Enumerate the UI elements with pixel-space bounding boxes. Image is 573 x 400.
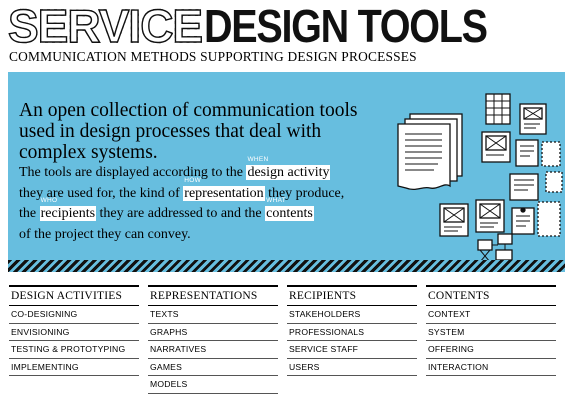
- hero-banner: An open collection of communication tool…: [8, 72, 565, 272]
- contents-link[interactable]: WHAT contents: [265, 197, 314, 221]
- table-grid-icon: [485, 93, 511, 125]
- hero-text: they are addressed to and the: [96, 206, 266, 221]
- filter-implementing[interactable]: IMPLEMENTING: [9, 359, 139, 376]
- hero-lead-text: An open collection of communication tool…: [19, 100, 358, 163]
- filter-texts[interactable]: TEXTS: [148, 306, 278, 324]
- hero-stripe-divider: [8, 260, 565, 272]
- card-text-icon: [509, 173, 539, 201]
- filter-stakeholders[interactable]: STAKEHOLDERS: [287, 306, 417, 324]
- document-stack-icon: [397, 113, 463, 191]
- filter-offering[interactable]: OFFERING: [426, 341, 556, 359]
- recipients-link[interactable]: WHO recipients: [39, 197, 97, 221]
- blueprint-icon: [541, 141, 563, 193]
- recipients-link-label: recipients: [40, 206, 96, 221]
- filter-professionals[interactable]: PROFESSIONALS: [287, 324, 417, 341]
- column-heading-representations[interactable]: REPRESENTATIONS: [148, 285, 278, 306]
- column-heading-contents[interactable]: CONTENTS: [426, 285, 556, 306]
- when-tag: WHEN: [247, 156, 269, 163]
- column-heading-design-activities[interactable]: DESIGN ACTIVITIES: [9, 285, 139, 306]
- column-representations: REPRESENTATIONS TEXTS GRAPHS NARRATIVES …: [148, 285, 278, 394]
- who-tag: WHO: [40, 197, 58, 204]
- what-tag: WHAT: [266, 197, 286, 204]
- filter-envisioning[interactable]: ENVISIONING: [9, 324, 139, 341]
- filter-narratives[interactable]: NARRATIVES: [148, 341, 278, 359]
- filter-games[interactable]: GAMES: [148, 359, 278, 376]
- pinned-sheet-icon: [511, 207, 535, 235]
- contents-link-label: contents: [266, 206, 313, 221]
- design-activity-link[interactable]: WHEN design activity: [246, 156, 331, 180]
- filter-users[interactable]: USERS: [287, 359, 417, 376]
- logo-design-tools-word: DESIGN TOOLS: [204, 0, 488, 52]
- filter-system[interactable]: SYSTEM: [426, 324, 556, 341]
- filter-co-designing[interactable]: CO-DESIGNING: [9, 306, 139, 324]
- how-tag: HOW: [184, 176, 202, 184]
- hero-text: The tools are displayed according to the: [19, 165, 247, 180]
- site-logo[interactable]: SERVICE DESIGN TOOLS: [7, 0, 533, 52]
- tools-illustration: [397, 93, 563, 263]
- logo-service-word: SERVICE: [7, 0, 204, 52]
- column-design-activities: DESIGN ACTIVITIES CO-DESIGNING ENVISIONI…: [9, 285, 139, 376]
- hero-line-2: they are used for, the kind of HOW repres…: [19, 177, 379, 205]
- filter-graphs[interactable]: GRAPHS: [148, 324, 278, 341]
- storyboard-icon: [519, 103, 547, 135]
- card-image-icon: [481, 131, 511, 163]
- wireframe-icon: [439, 203, 469, 237]
- filter-testing-prototyping[interactable]: TESTING & PROTOTYPING: [9, 341, 139, 359]
- hero-line-3: the WHO recipients they are addressed to …: [19, 197, 379, 225]
- hero-description: The tools are displayed according to the…: [19, 156, 379, 245]
- filter-interaction[interactable]: INTERACTION: [426, 359, 556, 376]
- filter-context[interactable]: CONTEXT: [426, 306, 556, 324]
- hero-line-4: of the project they can convey.: [19, 226, 191, 242]
- filter-models[interactable]: MODELS: [148, 376, 278, 394]
- design-activity-link-label: design activity: [247, 165, 330, 180]
- column-contents: CONTENTS CONTEXT SYSTEM OFFERING INTERAC…: [426, 285, 556, 376]
- representation-link-label: representation: [184, 185, 264, 201]
- representation-link[interactable]: HOW representation: [183, 177, 265, 201]
- site-subtitle: COMMUNICATION METHODS SUPPORTING DESIGN …: [9, 49, 417, 64]
- wireframe-icon: [475, 199, 505, 233]
- column-recipients: RECIPIENTS STAKEHOLDERS PROFESSIONALS SE…: [287, 285, 417, 376]
- note-icon: [515, 139, 539, 167]
- column-heading-recipients[interactable]: RECIPIENTS: [287, 285, 417, 306]
- hero-text: the: [19, 206, 40, 221]
- filter-service-staff[interactable]: SERVICE STAFF: [287, 341, 417, 359]
